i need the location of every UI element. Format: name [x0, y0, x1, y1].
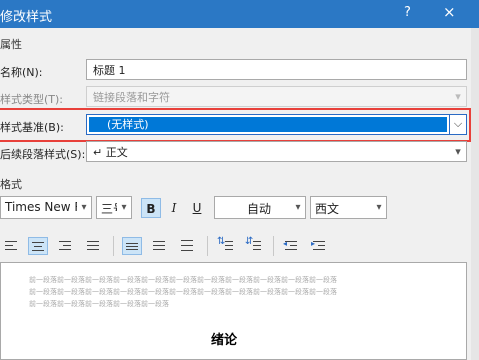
- increase-indent-icon[interactable]: ▸: [310, 237, 330, 255]
- preview-previous-paragraph: 前一段落前一段落前一段落前一段落前一段落前一段落前一段落前一段落前一段落前一段落…: [29, 288, 337, 296]
- properties-section-label: 属性: [0, 38, 22, 51]
- following-style-value: ↵ 正文: [93, 146, 128, 159]
- preview-previous-paragraph: 前一段落前一段落前一段落前一段落前一段落: [29, 300, 169, 308]
- name-label: 名称(N):: [0, 66, 43, 79]
- format-section-label: 格式: [0, 178, 22, 191]
- close-button[interactable]: ×: [443, 3, 456, 21]
- double-spacing-icon[interactable]: [178, 237, 198, 255]
- scrollbar[interactable]: [471, 28, 479, 360]
- name-input[interactable]: 标题 1: [86, 59, 467, 80]
- script-select[interactable]: 西文 ▾: [310, 196, 387, 219]
- justify-icon[interactable]: [84, 237, 104, 255]
- toolbar-separator: [113, 236, 114, 256]
- single-spacing-icon[interactable]: [122, 237, 142, 255]
- style-preview: 前一段落前一段落前一段落前一段落前一段落前一段落前一段落前一段落前一段落前一段落…: [0, 262, 467, 360]
- toolbar-separator: [273, 236, 274, 256]
- align-left-icon[interactable]: [2, 237, 22, 255]
- one-half-spacing-icon[interactable]: [150, 237, 170, 255]
- chevron-down-icon: ▾: [117, 197, 131, 218]
- align-right-icon[interactable]: [56, 237, 76, 255]
- chevron-down-icon: ▾: [372, 197, 386, 218]
- chevron-down-icon: ▾: [291, 197, 305, 218]
- dialog-title: 修改样式: [0, 10, 53, 25]
- script-value: 西文: [315, 202, 340, 216]
- highlight-annotation-box: [0, 108, 471, 142]
- style-type-select: 链接段落和字符 ▾: [86, 86, 467, 107]
- preview-heading: 绪论: [211, 333, 238, 348]
- following-style-select[interactable]: ↵ 正文 ▾: [86, 141, 467, 162]
- underline-button[interactable]: U: [187, 198, 207, 218]
- style-type-label: 样式类型(T):: [0, 93, 64, 106]
- preview-previous-paragraph: 前一段落前一段落前一段落前一段落前一段落前一段落前一段落前一段落前一段落前一段落…: [29, 276, 337, 284]
- font-select[interactable]: Times New Ro ▾: [0, 196, 92, 219]
- increase-paragraph-spacing-icon[interactable]: ⇅: [216, 236, 236, 255]
- toolbar-separator: [207, 236, 208, 256]
- font-color-value: 自动: [247, 202, 272, 216]
- align-center-icon[interactable]: [28, 237, 48, 255]
- font-size-select[interactable]: 三号 ▾: [96, 196, 132, 219]
- bold-button[interactable]: B: [141, 198, 161, 218]
- decrease-paragraph-spacing-icon[interactable]: ⇵: [244, 236, 264, 255]
- dialog-title-bar: 修改样式 ? ×: [0, 0, 479, 28]
- following-style-label: 后续段落样式(S):: [0, 148, 86, 161]
- italic-button[interactable]: I: [164, 198, 184, 218]
- style-type-value: 链接段落和字符: [93, 91, 170, 104]
- decrease-indent-icon[interactable]: ◂: [282, 237, 302, 255]
- font-color-select[interactable]: 自动 ▾: [214, 196, 306, 219]
- help-button[interactable]: ?: [404, 5, 411, 20]
- chevron-down-icon: ▾: [455, 90, 461, 103]
- chevron-down-icon: ▾: [77, 197, 91, 218]
- chevron-down-icon: ▾: [455, 145, 461, 158]
